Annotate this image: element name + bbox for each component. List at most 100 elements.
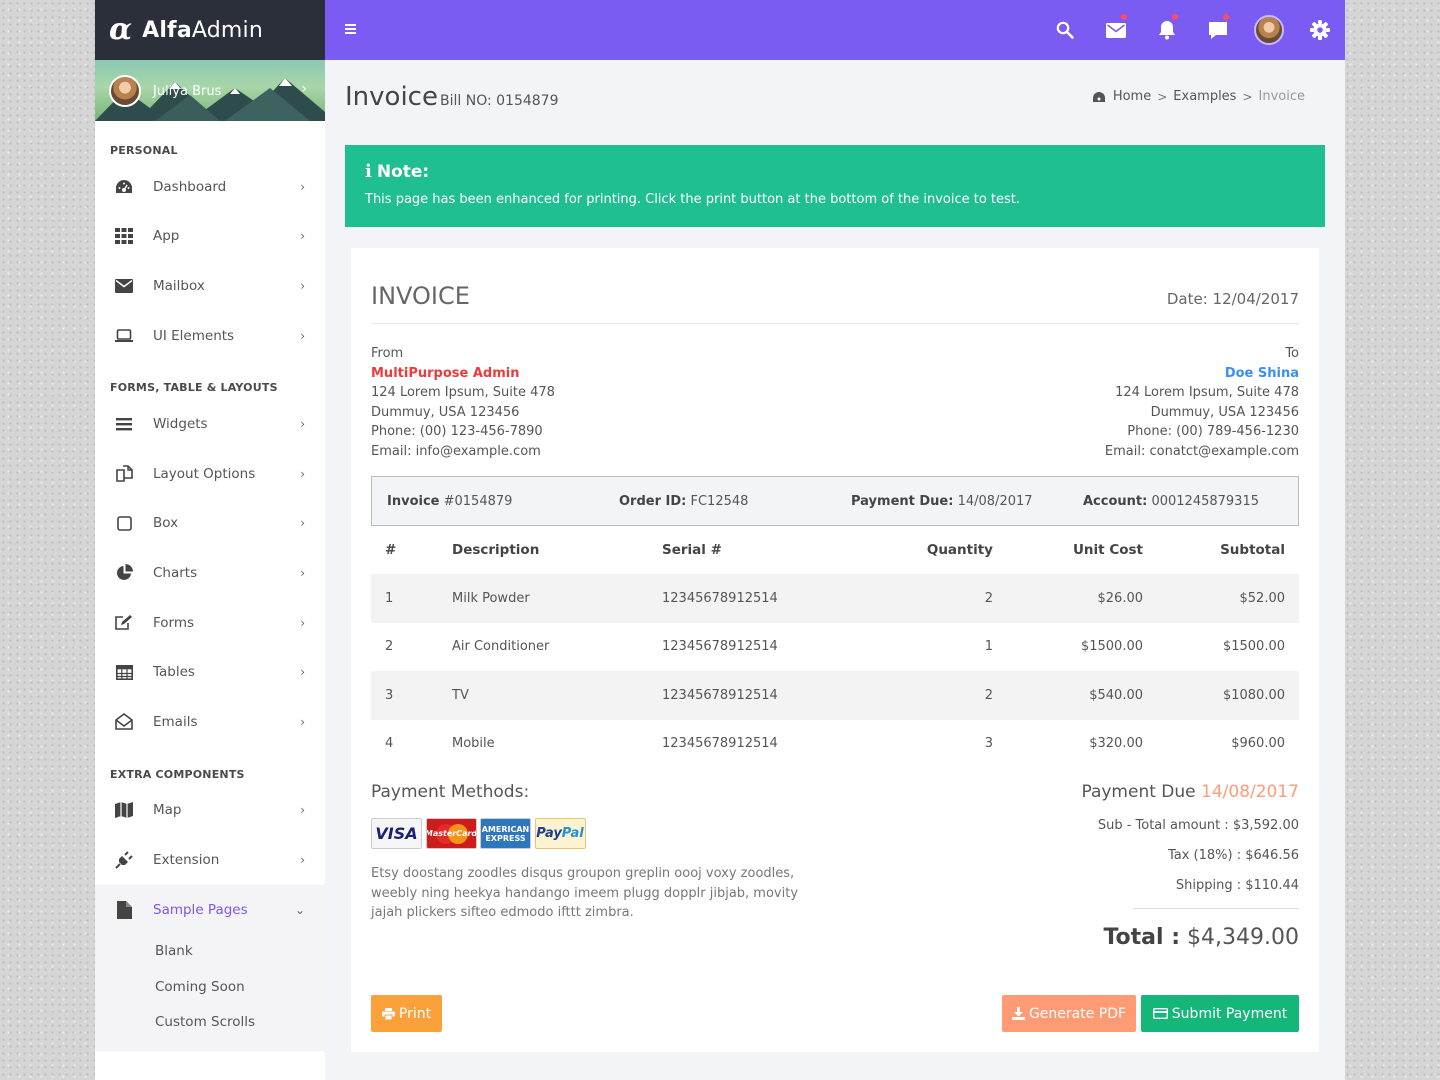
topbar [325,0,1345,60]
chevron-right-icon: › [300,565,305,580]
cell-subtotal: $1500.00 [1222,639,1285,655]
cell-serial: 12345678912514 [662,639,778,655]
breadcrumb-home[interactable]: Home [1113,89,1151,104]
search-icon[interactable] [1039,0,1090,60]
mastercard-icon: MasterCard [425,818,477,849]
page-subtitle: Bill NO: 0154879 [440,93,559,109]
invoice-title: INVOICE [371,282,470,310]
bell-icon[interactable] [1141,0,1192,60]
chevron-right-icon: › [300,417,305,432]
file-icon [115,900,133,919]
print-button[interactable]: Print [371,995,442,1032]
sidebar-item-app[interactable]: App › [95,212,325,262]
sidebar-item-box[interactable]: Box › [95,499,325,549]
generate-pdf-label: Generate PDF [1028,1005,1127,1022]
cell-index: 1 [371,574,438,623]
sidebar-item-charts[interactable]: Charts › [95,548,325,598]
cell-index: 3 [371,671,438,720]
to-address-line: Dummuy, USA 123456 [1150,404,1299,420]
user-panel[interactable]: Juliya Brus › [95,60,325,121]
from-address: From MultiPurpose Admin 124 Lorem Ipsum,… [371,344,555,461]
envelope-open-icon [115,713,133,731]
table-row: 1 Milk Powder 12345678912514 2 $26.00 $5… [371,574,1299,623]
cell-quantity: 3 [984,736,993,752]
sidebar-item-label: Emails [153,713,198,730]
sidebar-item-dashboard[interactable]: Dashboard › [95,162,325,212]
chevron-right-icon: › [300,852,305,867]
invoice-meta: Invoice #0154879 Order ID: FC12548 Payme… [371,476,1299,526]
sidebar-item-map[interactable]: Map › [95,786,325,836]
topbar-icons [1039,0,1345,60]
to-address: To Doe Shina 124 Lorem Ipsum, Suite 478 … [1105,344,1299,461]
column-header: Serial # [662,542,722,558]
cell-description: Mobile [452,736,495,752]
meta-payment-due: Payment Due: 14/08/2017 [851,493,1033,509]
invoice: INVOICE Date: 12/04/2017 From MultiPurpo… [351,248,1319,1052]
cell-subtotal: $960.00 [1231,736,1285,752]
sidebar-item-extension[interactable]: Extension › [95,835,325,885]
submit-payment-button[interactable]: Submit Payment [1141,995,1299,1032]
sidebar-item-mailbox[interactable]: Mailbox › [95,261,325,311]
grand-total: Total : $4,349.00 [1103,925,1299,950]
from-name: MultiPurpose Admin [371,365,520,381]
to-address-line: 124 Lorem Ipsum, Suite 478 [1115,385,1299,400]
cell-serial: 12345678912514 [662,736,778,752]
logo[interactable]: α AlfaAdmin [95,0,325,60]
main-content: Invoice Bill NO: 0154879 Home > Examples… [345,60,1325,1052]
avatar [1253,15,1284,45]
sidebar-item-label: App [153,228,180,245]
avatar [109,75,141,107]
dashboard-icon [1092,91,1106,103]
chat-icon[interactable] [1192,0,1243,60]
payment-due-title: Payment Due 14/08/2017 [1081,782,1299,802]
user-avatar-button[interactable] [1243,0,1294,60]
menu-header-forms: FORMS, TABLE & LAYOUTS [110,381,278,395]
app-wrapper: α AlfaAdmin Juliya Brus › PERSONAL Dashb… [95,0,1345,1080]
cell-serial: 12345678912514 [648,671,818,720]
submenu-item-custom-scrolls[interactable]: Custom Scrolls [95,1005,325,1041]
sidebar-item-forms[interactable]: Forms › [95,598,325,648]
submenu-item-blank[interactable]: Blank [95,934,325,970]
visa-icon: VISA [371,818,422,849]
chevron-right-icon[interactable]: › [301,81,307,97]
cell-description: TV [438,671,648,720]
table-row: 4 Mobile 12345678912514 3 $320.00 $960.0… [371,720,1299,769]
generate-pdf-button[interactable]: Generate PDF [1002,995,1136,1032]
sidebar-item-ui-elements[interactable]: UI Elements › [95,311,325,361]
page-title: Invoice [345,82,438,112]
chevron-right-icon: › [300,229,305,244]
print-label: Print [398,1005,432,1022]
chevron-right-icon: › [300,803,305,818]
sidebar-item-sample-pages[interactable]: Sample Pages ⌄ [95,884,325,935]
sidebar-item-emails[interactable]: Emails › [95,697,325,747]
mail-icon[interactable] [1090,0,1141,60]
to-phone: Phone: (00) 789-456-1230 [1127,424,1299,439]
chevron-right-icon: › [300,615,305,630]
hamburger-icon[interactable] [345,24,356,36]
column-header: Quantity [926,542,993,558]
sidebar-item-layout-options[interactable]: Layout Options › [95,449,325,499]
column-header: Subtotal [1220,542,1285,558]
cell-quantity: 2 [818,671,1007,720]
table-header-row: # Description Serial # Quantity Unit Cos… [371,526,1299,574]
table-row: 2 Air Conditioner 12345678912514 1 $1500… [371,623,1299,672]
subtotal-line: Sub - Total amount : $3,592.00 [1097,818,1299,833]
page-header: Invoice Bill NO: 0154879 Home > Examples… [345,60,1325,145]
gear-icon[interactable] [1294,0,1345,60]
to-name: Doe Shina [1224,365,1299,381]
breadcrumb-examples[interactable]: Examples [1173,89,1236,104]
submenu-item-coming-soon[interactable]: Coming Soon [95,970,325,1006]
sidebar-item-label: Sample Pages [153,901,248,918]
sidebar-item-label: UI Elements [153,327,235,344]
sidebar-item-label: Layout Options [153,465,256,482]
sidebar-item-widgets[interactable]: Widgets › [95,399,325,449]
sidebar: α AlfaAdmin Juliya Brus › PERSONAL Dashb… [95,0,325,1080]
cell-quantity: 1 [984,639,993,655]
breadcrumb: Home > Examples > Invoice [1092,89,1305,104]
sidebar-item-label: Charts [153,564,198,581]
sidebar-item-tables[interactable]: Tables › [95,647,325,697]
payment-methods-title: Payment Methods: [371,782,530,802]
user-info: Juliya Brus [109,75,221,107]
square-icon [115,514,133,532]
chevron-right-icon: › [300,278,305,293]
